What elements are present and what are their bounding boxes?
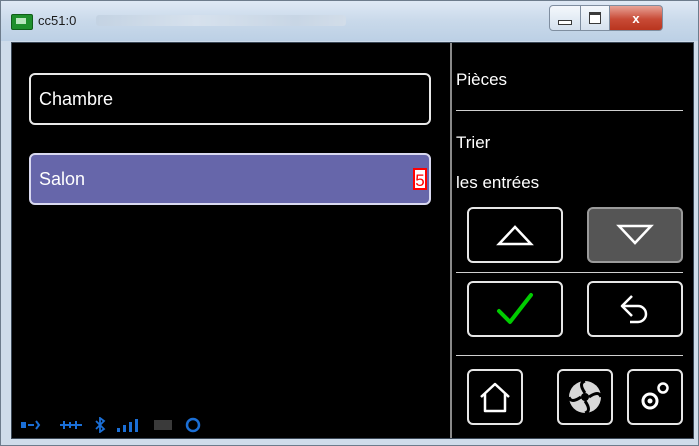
panel-title: Pièces — [456, 70, 508, 89]
window-title: cc51:0 — [38, 13, 77, 28]
back-arrow-icon — [620, 295, 648, 324]
confirm-button[interactable] — [467, 281, 563, 337]
minimize-button[interactable] — [549, 5, 581, 31]
link-icon — [60, 420, 82, 429]
close-button[interactable]: x — [610, 5, 663, 31]
back-button[interactable] — [587, 281, 683, 337]
list-item-salon[interactable]: Salon 5 — [29, 153, 431, 205]
move-up-button[interactable] — [467, 207, 563, 263]
network-icon — [21, 419, 41, 430]
app-client-area: Chambre Salon 5 Pièces Trier les entrées — [11, 42, 694, 439]
list-item-label: Chambre — [39, 88, 114, 109]
close-icon: x — [632, 10, 640, 26]
sort-label-line2: les entrées — [456, 173, 540, 192]
status-bar — [12, 411, 449, 438]
divider — [456, 355, 683, 356]
app-icon — [11, 14, 33, 30]
gear-icon — [641, 382, 669, 410]
room-list-pane: Chambre Salon 5 — [12, 43, 449, 438]
fan-button[interactable] — [557, 369, 613, 425]
title-blur-region — [96, 15, 346, 26]
window-controls: x — [549, 5, 663, 31]
home-icon — [480, 382, 510, 413]
move-down-button[interactable] — [587, 207, 683, 263]
maximize-button[interactable] — [581, 5, 610, 31]
inactive-status-icon — [154, 419, 172, 430]
index-badge: 5 — [413, 168, 427, 190]
fan-icon — [567, 379, 603, 415]
bluetooth-icon — [95, 416, 106, 433]
sort-label-line1: Trier — [456, 133, 491, 152]
maximize-icon — [589, 12, 601, 24]
divider — [456, 110, 683, 111]
signal-icon — [117, 418, 138, 432]
minimize-icon — [558, 19, 572, 25]
checkmark-icon — [497, 293, 533, 324]
app-window: cc51:0 x Chambre Salon 5 Pièces Trier le… — [0, 0, 699, 446]
divider — [456, 272, 683, 273]
title-bar[interactable]: cc51:0 x — [1, 1, 698, 41]
list-item-chambre[interactable]: Chambre — [29, 73, 431, 125]
side-panel: Pièces Trier les entrées — [452, 43, 693, 438]
triangle-up-icon — [496, 225, 534, 246]
sync-icon — [185, 417, 201, 432]
settings-button[interactable] — [627, 369, 683, 425]
list-item-label: Salon — [39, 168, 86, 189]
triangle-down-icon — [616, 224, 654, 245]
home-button[interactable] — [467, 369, 523, 425]
